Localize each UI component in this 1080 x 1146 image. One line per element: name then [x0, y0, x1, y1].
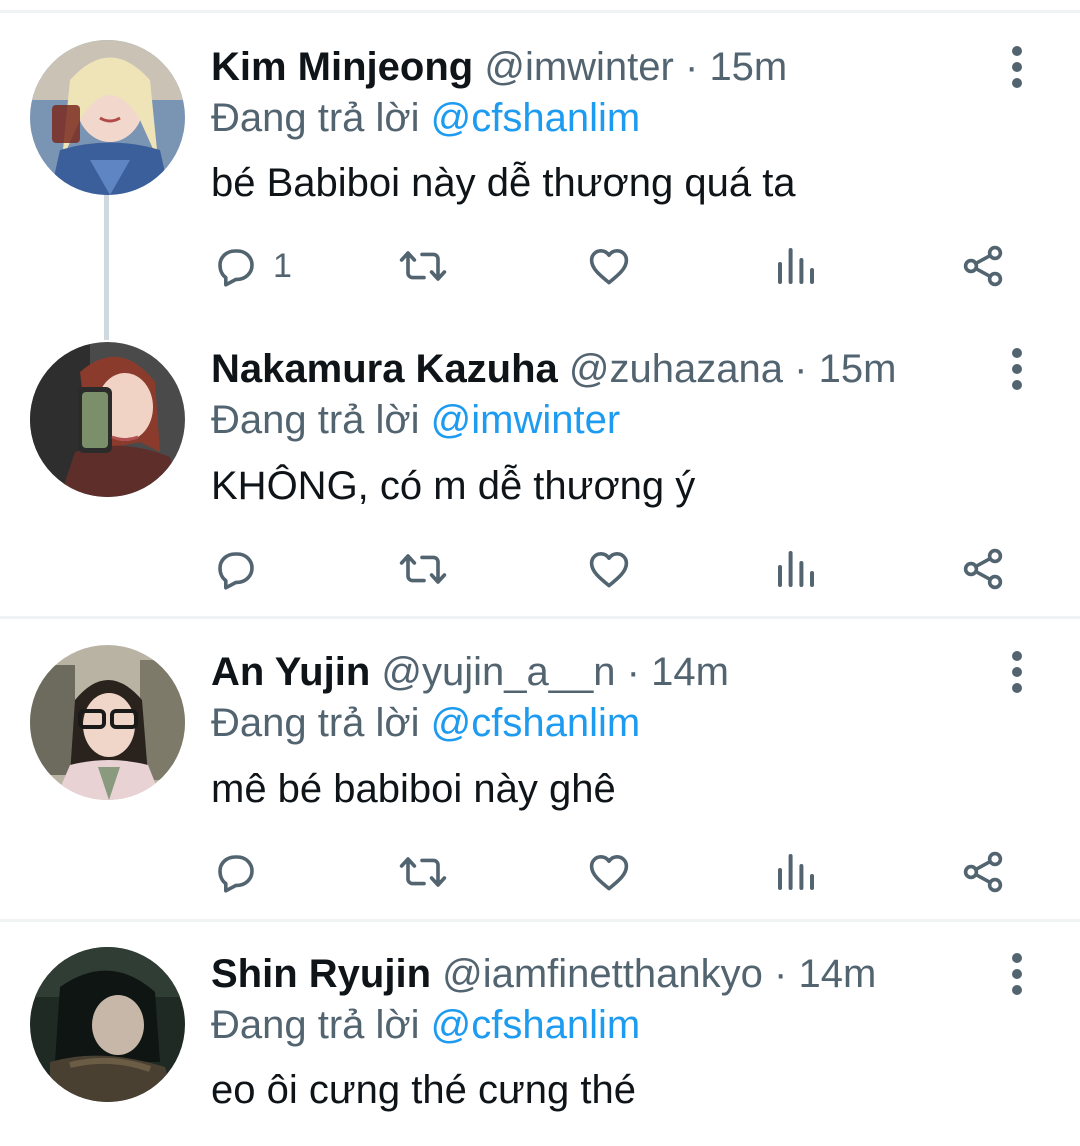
- reply-icon: [218, 855, 254, 893]
- action-bar: 1: [211, 236, 1021, 296]
- views-button[interactable]: [772, 539, 820, 599]
- like-icon: [589, 249, 629, 285]
- tweet-text: mê bé babiboi này ghê: [211, 767, 616, 811]
- like-icon: [589, 552, 629, 588]
- meta-separator: ·: [684, 45, 699, 89]
- tweet-divider: [0, 616, 1080, 619]
- author-name[interactable]: Kim Minjeong: [211, 45, 473, 89]
- retweet-button[interactable]: [398, 539, 448, 599]
- thread-line: [104, 190, 109, 340]
- meta-separator: ·: [626, 650, 640, 694]
- avatar-photo-icon: [30, 645, 185, 800]
- top-divider: [0, 10, 1080, 13]
- replying-to: Đang trả lời @cfshanlim: [211, 698, 640, 748]
- replying-to-label: Đang trả lời: [211, 398, 420, 442]
- views-button[interactable]: [772, 842, 820, 902]
- tweet-text: bé Babiboi này dễ thương quá ta: [211, 161, 796, 205]
- views-icon: [778, 248, 814, 284]
- meta-separator: ·: [794, 347, 808, 391]
- tweet-header: An Yujin @yujin_a__n · 14m: [211, 647, 729, 697]
- timestamp[interactable]: 14m: [651, 650, 729, 694]
- reply-button[interactable]: [211, 539, 259, 599]
- more-options-button[interactable]: [1000, 647, 1034, 697]
- retweet-button[interactable]: [398, 236, 448, 296]
- reply-button[interactable]: 1: [211, 236, 292, 296]
- avatar-photo-icon: [30, 40, 185, 195]
- more-icon: [1012, 651, 1022, 693]
- reply-button[interactable]: [211, 842, 259, 902]
- replying-to-label: Đang trả lời: [211, 701, 420, 745]
- author-name[interactable]: Nakamura Kazuha: [211, 347, 558, 391]
- author-handle[interactable]: @imwinter: [484, 45, 674, 89]
- replying-to: Đang trả lời @cfshanlim: [211, 93, 640, 143]
- tweet-text: eo ôi cưng thé cưng thé: [211, 1068, 636, 1112]
- retweet-icon: [399, 251, 447, 281]
- share-icon: [963, 548, 1003, 590]
- views-button[interactable]: [772, 236, 820, 296]
- tweet-header: Kim Minjeong @imwinter · 15m: [211, 42, 787, 92]
- share-button[interactable]: [959, 539, 1007, 599]
- more-icon: [1012, 348, 1022, 390]
- avatar[interactable]: [30, 40, 185, 195]
- avatar[interactable]: [30, 342, 185, 497]
- replying-to-label: Đang trả lời: [211, 1003, 420, 1047]
- avatar-photo-icon: [30, 947, 185, 1102]
- views-icon: [778, 854, 814, 890]
- more-icon: [1012, 46, 1022, 88]
- like-button[interactable]: [585, 539, 633, 599]
- more-options-button[interactable]: [1000, 42, 1034, 92]
- retweet-icon: [399, 857, 447, 887]
- tweet-divider: [0, 919, 1080, 922]
- reply-mention-link[interactable]: @cfshanlim: [431, 96, 641, 140]
- tweet-header: Nakamura Kazuha @zuhazana · 15m: [211, 344, 896, 394]
- action-bar: [211, 539, 1021, 599]
- share-button[interactable]: [959, 236, 1007, 296]
- author-handle[interactable]: @iamfinetthankyo: [442, 952, 763, 996]
- replying-to-label: Đang trả lời: [211, 96, 420, 140]
- author-name[interactable]: An Yujin: [211, 650, 370, 694]
- reply-mention-link[interactable]: @cfshanlim: [431, 701, 641, 745]
- views-icon: [778, 551, 814, 587]
- tweet-header: Shin Ryujin @iamfinetthankyo · 14m: [211, 949, 876, 999]
- reply-count: 1: [273, 246, 292, 285]
- reply-icon: [218, 552, 254, 590]
- action-bar: [211, 842, 1021, 902]
- share-icon: [963, 851, 1003, 893]
- tweet-text: KHÔNG, có m dễ thương ý: [211, 464, 696, 508]
- retweet-button[interactable]: [398, 842, 448, 902]
- replying-to: Đang trả lời @imwinter: [211, 395, 620, 445]
- timestamp[interactable]: 15m: [709, 45, 787, 89]
- like-icon: [589, 855, 629, 891]
- retweet-icon: [399, 554, 447, 584]
- timestamp[interactable]: 15m: [819, 347, 897, 391]
- avatar-photo-icon: [30, 342, 185, 497]
- avatar[interactable]: [30, 947, 185, 1102]
- replying-to: Đang trả lời @cfshanlim: [211, 1000, 640, 1050]
- share-icon: [963, 245, 1003, 287]
- reply-icon: [218, 249, 254, 287]
- author-handle[interactable]: @yujin_a__n: [381, 650, 615, 694]
- more-icon: [1012, 953, 1022, 995]
- like-button[interactable]: [585, 236, 633, 296]
- reply-mention-link[interactable]: @imwinter: [431, 398, 621, 442]
- more-options-button[interactable]: [1000, 344, 1034, 394]
- more-options-button[interactable]: [1000, 949, 1034, 999]
- like-button[interactable]: [585, 842, 633, 902]
- meta-separator: ·: [774, 952, 788, 996]
- author-name[interactable]: Shin Ryujin: [211, 952, 431, 996]
- reply-mention-link[interactable]: @cfshanlim: [431, 1003, 641, 1047]
- author-handle[interactable]: @zuhazana: [569, 347, 783, 391]
- avatar[interactable]: [30, 645, 185, 800]
- timestamp[interactable]: 14m: [798, 952, 876, 996]
- share-button[interactable]: [959, 842, 1007, 902]
